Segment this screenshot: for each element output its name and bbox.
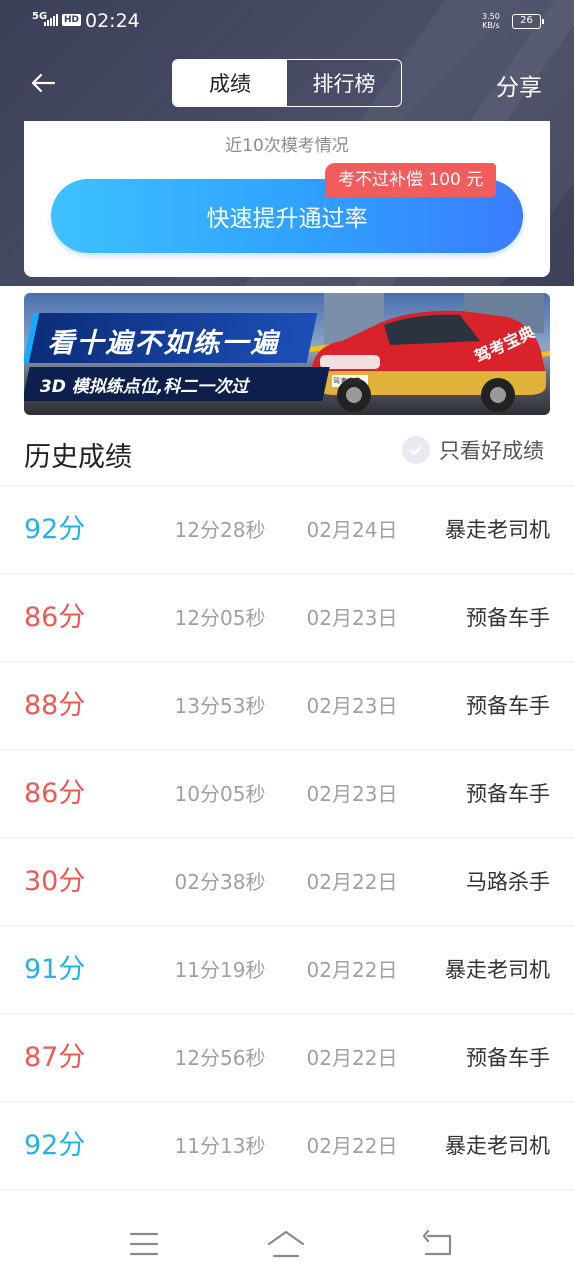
rank-title: 预备车手: [466, 606, 550, 630]
signal-icon: [44, 14, 58, 26]
battery-level: 26: [520, 15, 533, 26]
card-subtitle: 近10次模考情况: [225, 136, 349, 156]
exam-date: 02月22日: [306, 870, 398, 894]
score: 30分: [24, 866, 86, 897]
menu-button[interactable]: [124, 1226, 164, 1262]
score: 88分: [24, 690, 86, 721]
duration: 12分28秒: [174, 518, 266, 542]
status-time: 02:24: [85, 10, 140, 32]
rank-title: 马路杀手: [466, 870, 550, 894]
system-back-button[interactable]: [418, 1226, 458, 1262]
good-scores-filter[interactable]: 只看好成绩: [402, 434, 544, 466]
status-bar: 5G HD 02:24 3.50 KB/s 26: [0, 0, 574, 44]
rank-title: 预备车手: [466, 782, 550, 806]
rank-title: 暴走老司机: [445, 518, 550, 542]
compensation-badge: 考不过补偿 100 元: [325, 163, 497, 197]
duration: 12分56秒: [174, 1046, 266, 1070]
history-row[interactable]: 86分 10分05秒 02月23日 预备车手: [0, 750, 574, 838]
arrow-left-icon: [31, 73, 56, 93]
score: 87分: [24, 1042, 86, 1073]
car-plate-text: 驾考宝典: [333, 377, 361, 385]
history-row[interactable]: 30分 02分38秒 02月22日 马路杀手: [0, 838, 574, 926]
filter-label: 只看好成绩: [439, 439, 544, 463]
history-row[interactable]: 88分 13分53秒 02月23日 预备车手: [0, 662, 574, 750]
duration: 12分05秒: [174, 606, 266, 630]
network-speed-value: 3.50: [482, 12, 500, 21]
battery-icon: 26: [512, 14, 544, 29]
exam-date: 02月23日: [306, 782, 398, 806]
menu-icon: [129, 1232, 159, 1256]
score: 86分: [24, 778, 86, 809]
exam-date: 02月22日: [306, 958, 398, 982]
banner-headline: 看十遍不如练一遍: [47, 328, 280, 359]
home-icon: [267, 1230, 305, 1258]
banner-subline-box: 3D 模拟练点位,科二一次过: [24, 367, 330, 401]
history-row[interactable]: 87分 12分56秒 02月22日 预备车手: [0, 1014, 574, 1102]
check-circle-icon: [402, 436, 430, 464]
history-row[interactable]: 86分 12分05秒 02月23日 预备车手: [0, 574, 574, 662]
tab-ranking[interactable]: 排行榜: [287, 60, 401, 106]
back-button[interactable]: [28, 68, 58, 98]
score: 92分: [24, 1130, 86, 1161]
duration: 02分38秒: [174, 870, 266, 894]
rank-title: 预备车手: [466, 1046, 550, 1070]
exam-date: 02月24日: [306, 518, 398, 542]
share-button[interactable]: 分享: [496, 68, 542, 102]
rank-title: 暴走老司机: [445, 1134, 550, 1158]
rank-title: 暴走老司机: [445, 958, 550, 982]
tab-scores[interactable]: 成绩: [173, 60, 287, 106]
rank-title: 预备车手: [466, 694, 550, 718]
hd-badge: HD: [62, 14, 82, 26]
duration: 11分19秒: [174, 958, 266, 982]
exam-date: 02月22日: [306, 1046, 398, 1070]
duration: 10分05秒: [174, 782, 266, 806]
segmented-tabs: 成绩 排行榜: [172, 59, 402, 107]
network-speed-unit: KB/s: [482, 21, 500, 30]
car-illustration: [312, 310, 546, 412]
summary-card: 近10次模考情况 快速提升通过率 考不过补偿 100 元: [24, 121, 550, 277]
score: 91分: [24, 954, 86, 985]
history-title: 历史成绩: [24, 442, 132, 473]
exam-date: 02月23日: [306, 606, 398, 630]
history-list: 92分 12分28秒 02月24日 暴走老司机 86分 12分05秒 02月23日 预备车手 8…: [0, 486, 574, 1190]
score: 86分: [24, 602, 86, 633]
history-row[interactable]: 92分 12分28秒 02月24日 暴走老司机: [0, 486, 574, 574]
home-button[interactable]: [266, 1226, 306, 1262]
history-row[interactable]: 91分 11分19秒 02月22日 暴走老司机: [0, 926, 574, 1014]
duration: 11分13秒: [174, 1134, 266, 1158]
exam-date: 02月23日: [306, 694, 398, 718]
banner-headline-box: 看十遍不如练一遍: [24, 313, 318, 363]
duration: 13分53秒: [174, 694, 266, 718]
system-nav-bar: [0, 1208, 574, 1280]
back-icon: [422, 1229, 452, 1256]
network-speed: 3.50 KB/s: [482, 12, 500, 30]
banner-subline: 3D 模拟练点位,科二一次过: [39, 377, 249, 397]
exam-date: 02月22日: [306, 1134, 398, 1158]
score: 92分: [24, 514, 86, 545]
promo-banner[interactable]: 驾考宝典 驾考宝典 看十遍不如练一遍 3D 模拟练点位,科二一次过: [24, 293, 550, 415]
history-row[interactable]: 92分 11分13秒 02月22日 暴走老司机: [0, 1102, 574, 1190]
